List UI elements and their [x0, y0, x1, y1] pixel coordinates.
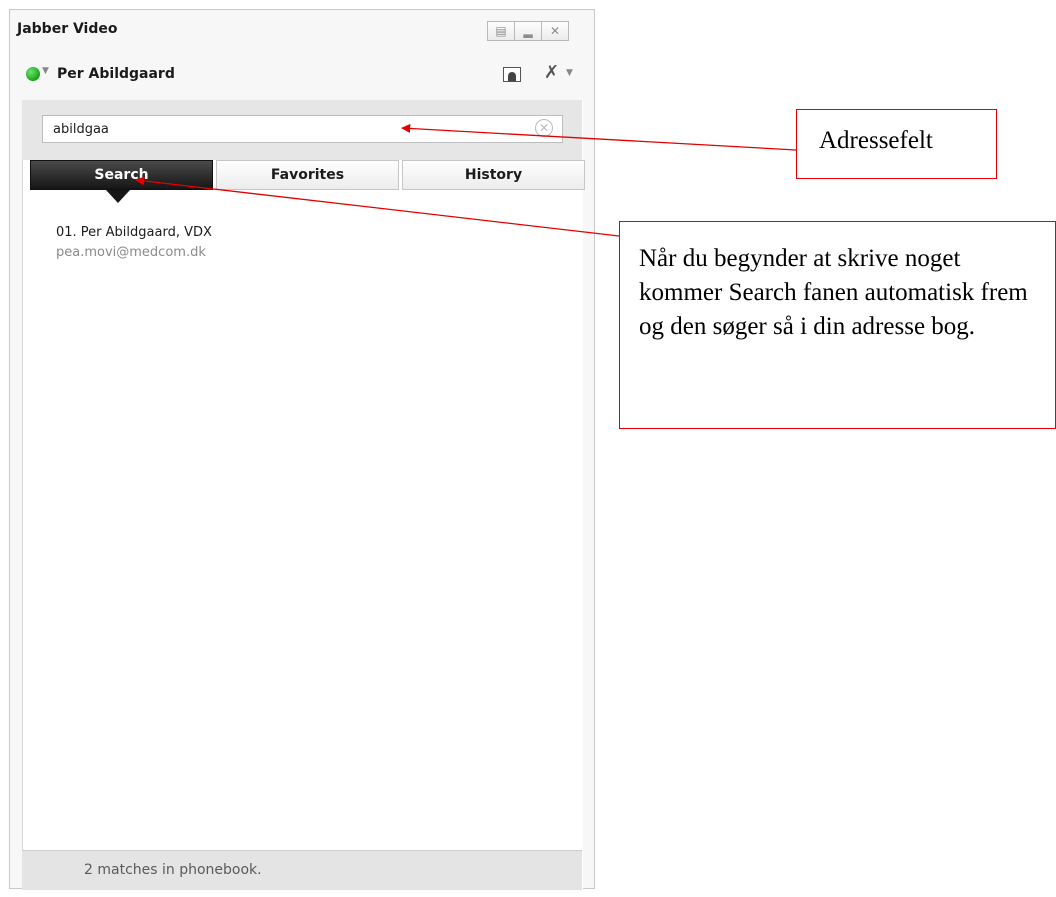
search-tab-annotation: Når du begynder at skrive noget kommer S… — [619, 221, 1056, 429]
arrow-to-search-tab — [135, 176, 620, 237]
address-field-annotation: Adressefelt — [796, 109, 997, 179]
arrow-to-address-field — [401, 123, 797, 151]
